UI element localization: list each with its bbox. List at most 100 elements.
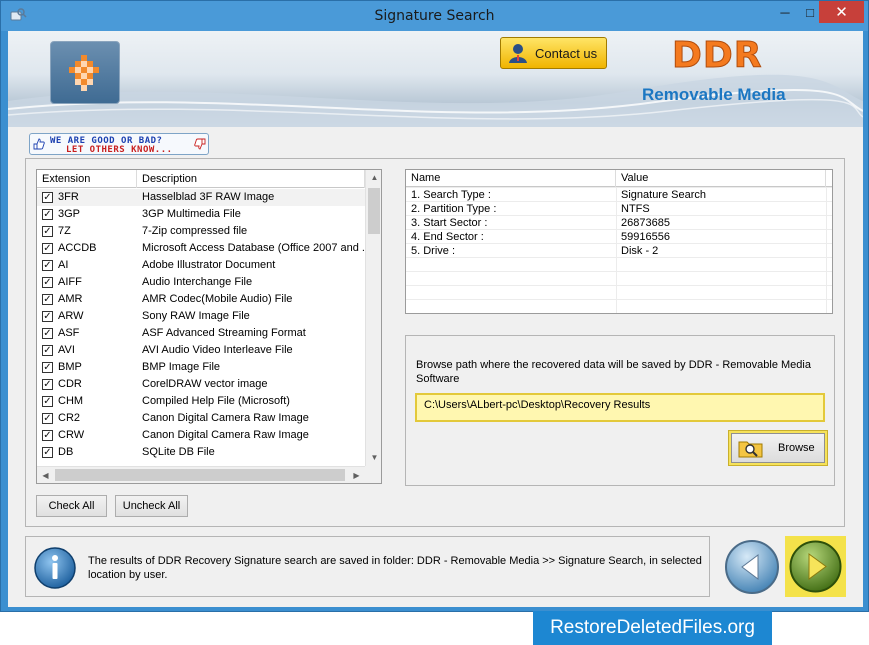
main-panel: Extension Description ✓ 3FR Hasselblad 3F … [25, 158, 845, 527]
detail-value: NTFS [621, 203, 650, 215]
row-extension: AI [58, 259, 69, 271]
row-checkbox[interactable]: ✓ [42, 379, 53, 390]
title-bar[interactable]: Signature Search ─ □ ✕ [1, 1, 868, 31]
row-checkbox[interactable]: ✓ [42, 209, 53, 220]
detail-name: 2. Partition Type : [411, 203, 497, 215]
detail-name: 1. Search Type : [411, 189, 491, 201]
row-extension: CHM [58, 395, 84, 407]
table-row[interactable]: 4. End Sector : 59916556 [406, 230, 832, 244]
checkmark-icon: ✓ [43, 259, 52, 271]
row-checkbox[interactable]: ✓ [42, 430, 53, 441]
table-row[interactable]: 2. Partition Type : NTFS [406, 202, 832, 216]
row-checkbox[interactable]: ✓ [42, 294, 53, 305]
checkmark-icon: ✓ [43, 191, 52, 203]
header-banner: Contact us DDR Removable Media [8, 31, 863, 127]
row-description: Sony RAW Image File [142, 310, 250, 322]
table-row[interactable]: 5. Drive : Disk - 2 [406, 244, 832, 258]
detail-value: Signature Search [621, 189, 706, 201]
list-item[interactable]: ✓ 3FR Hasselblad 3F RAW Image [37, 189, 365, 206]
row-extension: AVI [58, 344, 75, 356]
row-extension: AIFF [58, 276, 82, 288]
browse-label: Browse [778, 442, 815, 454]
list-item[interactable]: ✓ AMR AMR Codec(Mobile Audio) File [37, 291, 365, 308]
list-item[interactable]: ✓ ACCDB Microsoft Access Database (Office … [37, 240, 365, 257]
row-description: CorelDRAW vector image [142, 378, 268, 390]
column-description[interactable]: Description [137, 170, 365, 188]
grid-line [406, 257, 832, 258]
scroll-up-icon[interactable]: ▲ [366, 170, 381, 186]
brand-title: DDR [672, 35, 763, 77]
row-checkbox[interactable]: ✓ [42, 328, 53, 339]
vertical-scrollbar[interactable]: ▲ ▼ [365, 170, 381, 466]
scroll-right-icon[interactable]: ▶ [348, 467, 365, 483]
contact-us-button[interactable]: Contact us [500, 37, 607, 69]
list-item[interactable]: ✓ ASF ASF Advanced Streaming Format [37, 325, 365, 342]
row-checkbox[interactable]: ✓ [42, 277, 53, 288]
list-item[interactable]: ✓ AI Adobe Illustrator Document [37, 257, 365, 274]
website-banner[interactable]: RestoreDeletedFiles.org [533, 611, 772, 645]
list-item[interactable]: ✓ DB SQLite DB File [37, 444, 365, 461]
row-extension: 3FR [58, 191, 79, 203]
row-extension: ARW [58, 310, 84, 322]
list-item[interactable]: ✓ ARW Sony RAW Image File [37, 308, 365, 325]
play-arrow-icon [789, 540, 842, 593]
list-item[interactable]: ✓ CHM Compiled Help File (Microsoft) [37, 393, 365, 410]
list-item[interactable]: ✓ CDR CorelDRAW vector image [37, 376, 365, 393]
row-checkbox[interactable]: ✓ [42, 413, 53, 424]
detail-value: Disk - 2 [621, 245, 659, 257]
uncheck-all-button[interactable]: Uncheck All [115, 495, 188, 517]
checkmark-icon: ✓ [43, 276, 52, 288]
row-checkbox[interactable]: ✓ [42, 260, 53, 271]
detail-name: 4. End Sector : [411, 231, 484, 243]
list-item[interactable]: ✓ CR2 Canon Digital Camera Raw Image [37, 410, 365, 427]
row-checkbox[interactable]: ✓ [42, 226, 53, 237]
file-type-list[interactable]: Extension Description ✓ 3FR Hasselblad 3F … [36, 169, 382, 484]
row-checkbox[interactable]: ✓ [42, 345, 53, 356]
list-item[interactable]: ✓ AVI AVI Audio Video Interleave File [37, 342, 365, 359]
search-details-table[interactable]: Name Value 1. Search Type : Signature Sea… [405, 169, 833, 314]
column-name[interactable]: Name [406, 170, 616, 187]
grid-line [406, 285, 832, 286]
close-button[interactable]: ✕ [819, 1, 864, 23]
row-checkbox[interactable]: ✓ [42, 396, 53, 407]
horizontal-scrollbar[interactable]: ◀ ▶ [37, 466, 365, 483]
table-row[interactable]: 1. Search Type : Signature Search [406, 188, 832, 202]
save-path-field[interactable]: C:\Users\ALbert-pc\Desktop\Recovery Resu… [415, 393, 825, 422]
list-item[interactable]: ✓ 7Z 7-Zip compressed file [37, 223, 365, 240]
save-path-label: Browse path where the recovered data wil… [416, 359, 811, 385]
browse-button[interactable]: Browse [728, 430, 828, 466]
row-extension: 7Z [58, 225, 71, 237]
scroll-down-icon[interactable]: ▼ [366, 450, 381, 466]
minimize-button[interactable]: ─ [771, 1, 799, 23]
vertical-scroll-thumb[interactable] [368, 188, 380, 234]
row-checkbox[interactable]: ✓ [42, 362, 53, 373]
scroll-left-icon[interactable]: ◀ [37, 467, 54, 483]
column-extension[interactable]: Extension [37, 170, 137, 188]
row-checkbox[interactable]: ✓ [42, 447, 53, 458]
checkmark-icon: ✓ [43, 412, 52, 424]
row-description: Canon Digital Camera Raw Image [142, 429, 309, 441]
back-button[interactable] [724, 539, 780, 595]
save-path-panel: Browse path where the recovered data wil… [405, 335, 835, 486]
column-value[interactable]: Value [616, 170, 826, 187]
feedback-badge[interactable]: WE ARE GOOD OR BAD? LET OTHERS KNOW... [29, 133, 209, 155]
list-item[interactable]: ✓ CRW Canon Digital Camera Raw Image [37, 427, 365, 444]
next-button[interactable] [785, 536, 846, 597]
status-panel: The results of DDR Recovery Signature se… [25, 536, 710, 597]
horizontal-scroll-thumb[interactable] [55, 469, 345, 481]
row-description: Audio Interchange File [142, 276, 253, 288]
row-extension: CR2 [58, 412, 81, 424]
row-checkbox[interactable]: ✓ [42, 311, 53, 322]
check-all-button[interactable]: Check All [36, 495, 107, 517]
row-description: AVI Audio Video Interleave File [142, 344, 293, 356]
row-checkbox[interactable]: ✓ [42, 243, 53, 254]
list-item[interactable]: ✓ 3GP 3GP Multimedia File [37, 206, 365, 223]
table-row[interactable]: 3. Start Sector : 26873685 [406, 216, 832, 230]
row-description: Adobe Illustrator Document [142, 259, 276, 271]
row-checkbox[interactable]: ✓ [42, 192, 53, 203]
list-item[interactable]: ✓ AIFF Audio Interchange File [37, 274, 365, 291]
list-item[interactable]: ✓ BMP BMP Image File [37, 359, 365, 376]
row-description: Compiled Help File (Microsoft) [142, 395, 290, 407]
checkmark-icon: ✓ [43, 242, 52, 254]
row-description: AMR Codec(Mobile Audio) File [142, 293, 293, 305]
